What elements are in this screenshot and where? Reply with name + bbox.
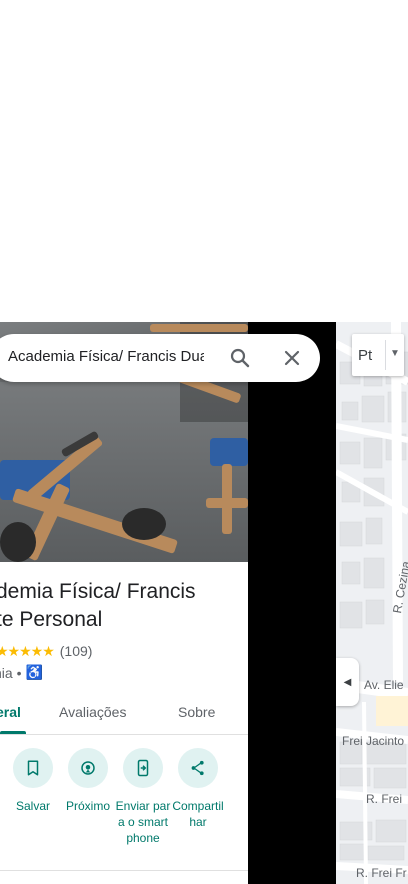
street-label: Av. Elie (364, 678, 404, 692)
search-input[interactable]: Academia Física/ Francis Duarte Personal (8, 348, 204, 365)
tab-reviews[interactable]: Avaliações (59, 704, 126, 720)
chevron-left-icon: ◀ (343, 676, 352, 688)
action-label: Compartilhar (172, 799, 224, 829)
review-count[interactable]: (109) (60, 643, 93, 659)
street-label: R. Frei (366, 792, 402, 806)
save-button[interactable]: Salvar (5, 748, 61, 814)
share-icon (178, 748, 218, 788)
map-canvas[interactable]: R. Cezina Av. Elie Frei Jacinto R. Frei … (336, 322, 408, 884)
dropdown-arrow-icon[interactable]: ▼ (390, 348, 400, 359)
place-panel: demia Física/ Francis te Personal ★★★★★ … (0, 322, 248, 884)
active-tab-indicator (0, 731, 26, 734)
action-label: Enviar para o smartphone (115, 799, 171, 845)
search-icon[interactable] (228, 346, 252, 370)
tab-overview[interactable]: eral (0, 704, 21, 720)
divider (0, 870, 248, 871)
blank-area (0, 0, 408, 322)
place-tabs: eral Avaliações Sobre (0, 694, 248, 735)
rating-row[interactable]: ★★★★★ (109) (0, 642, 92, 660)
star-rating-icon: ★★★★★ (0, 642, 55, 659)
wheelchair-icon: ♿ (25, 664, 43, 680)
nearby-button[interactable]: Próximo (60, 748, 116, 814)
close-icon[interactable] (280, 346, 304, 370)
street-label: Frei Jacinto (342, 734, 405, 748)
action-label: Próximo (65, 799, 110, 813)
street-label: R. Frei Fr (356, 866, 407, 880)
place-title: demia Física/ Francis te Personal (0, 578, 246, 634)
tab-about[interactable]: Sobre (178, 704, 215, 720)
nearby-icon (68, 748, 108, 788)
blank-gap (248, 322, 336, 884)
search-box[interactable]: Academia Física/ Francis Duarte Personal (0, 334, 320, 382)
send-to-phone-icon (123, 748, 163, 788)
language-button[interactable]: Pt ▼ (352, 334, 404, 376)
language-label: Pt (358, 346, 373, 364)
action-label: Salvar (15, 799, 50, 813)
collapse-panel-button[interactable]: ◀ (336, 658, 359, 706)
bookmark-icon (13, 748, 53, 788)
place-category[interactable]: nia • (0, 665, 21, 681)
divider (385, 340, 386, 370)
send-to-phone-button[interactable]: Enviar para o smartphone (115, 748, 171, 846)
place-title-line: demia Física/ Francis (0, 580, 196, 603)
category-row: nia • ♿ (0, 664, 43, 681)
share-button[interactable]: Compartilhar (170, 748, 226, 830)
place-title-line: te Personal (0, 608, 103, 631)
